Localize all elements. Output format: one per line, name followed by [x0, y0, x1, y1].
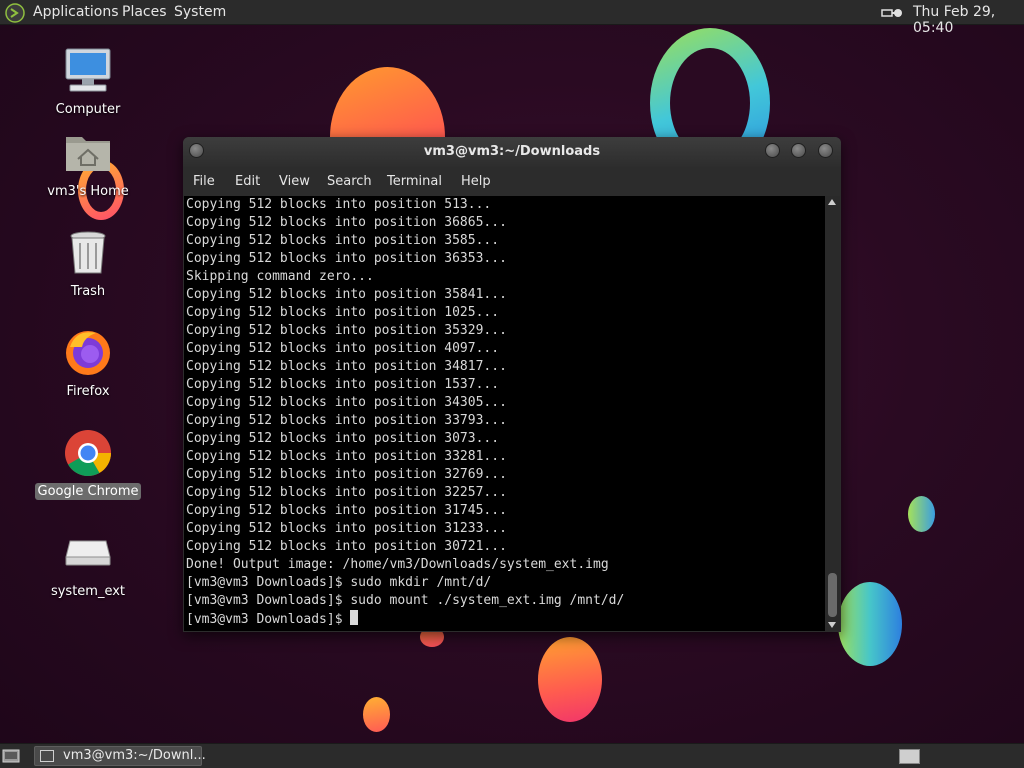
wallpaper-orange-blob	[538, 637, 602, 722]
close-button[interactable]	[818, 143, 833, 158]
terminal-icon	[40, 750, 54, 762]
terminal-line: Done! Output image: /home/vm3/Downloads/…	[186, 557, 609, 572]
menu-view[interactable]: View	[279, 174, 310, 189]
terminal-line: Copying 512 blocks into position 33281..…	[186, 449, 507, 464]
maximize-button[interactable]	[791, 143, 806, 158]
terminal-prompt: [vm3@vm3 Downloads]$	[186, 612, 351, 627]
terminal-output[interactable]: Copying 512 blocks into position 513... …	[184, 196, 825, 631]
terminal-line: Copying 512 blocks into position 32769..…	[186, 467, 507, 482]
trash-icon	[62, 227, 114, 279]
desktop-icon-system-ext[interactable]: system_ext	[33, 527, 143, 600]
clock[interactable]: Thu Feb 29, 05:40	[913, 4, 1024, 36]
terminal-line: Copying 512 blocks into position 31745..…	[186, 503, 507, 518]
terminal-line: Copying 512 blocks into position 30721..…	[186, 539, 507, 554]
wallpaper-blob	[908, 496, 935, 532]
terminal-line: [vm3@vm3 Downloads]$ sudo mkdir /mnt/d/	[186, 575, 492, 590]
applications-menu[interactable]: Applications	[33, 4, 119, 20]
system-menu[interactable]: System	[174, 4, 226, 20]
terminal-line: Copying 512 blocks into position 4097...	[186, 341, 500, 356]
desktop-icon-computer[interactable]: Computer	[33, 45, 143, 118]
menu-search[interactable]: Search	[327, 174, 372, 189]
terminal-line: Copying 512 blocks into position 3585...	[186, 233, 500, 248]
firefox-icon	[62, 327, 114, 379]
chrome-icon	[62, 427, 114, 479]
window-titlebar[interactable]: vm3@vm3:~/Downloads	[183, 137, 841, 167]
terminal-line: Copying 512 blocks into position 32257..…	[186, 485, 507, 500]
window-title: vm3@vm3:~/Downloads	[423, 144, 601, 159]
scroll-down-arrow-icon[interactable]	[828, 622, 836, 628]
bottom-panel: vm3@vm3:~/Downl...	[0, 743, 1024, 768]
wallpaper-orange-small	[363, 697, 390, 732]
drive-icon	[62, 527, 114, 579]
show-desktop-icon[interactable]	[2, 748, 20, 764]
scroll-up-arrow-icon[interactable]	[828, 199, 836, 205]
top-panel: Applications Places System Thu Feb 29, 0…	[0, 0, 1024, 36]
terminal-window[interactable]: vm3@vm3:~/Downloads File Edit View Searc…	[183, 137, 841, 632]
desktop-icon-label: Google Chrome	[34, 483, 142, 500]
desktop-icon-label: system_ext	[50, 584, 126, 599]
terminal-line: Copying 512 blocks into position 36865..…	[186, 215, 507, 230]
terminal-line: Copying 512 blocks into position 34305..…	[186, 395, 507, 410]
desktop-icon-label: vm3's Home	[47, 184, 129, 199]
desktop-icon-label: Computer	[55, 102, 121, 117]
places-menu[interactable]: Places	[122, 4, 167, 20]
workspace-switcher[interactable]	[899, 749, 920, 764]
wallpaper-blob-large	[838, 582, 902, 666]
terminal-line: Copying 512 blocks into position 3073...	[186, 431, 500, 446]
desktop-icon-label: Trash	[70, 284, 106, 299]
desktop-icon-firefox[interactable]: Firefox	[33, 327, 143, 400]
taskbar-terminal-button[interactable]: vm3@vm3:~/Downl...	[34, 746, 206, 766]
scroll-thumb[interactable]	[828, 573, 837, 617]
terminal-prompt-line[interactable]: [vm3@vm3 Downloads]$	[184, 610, 825, 628]
terminal-line: Copying 512 blocks into position 36353..…	[186, 251, 507, 266]
desktop-icon-chrome[interactable]: Google Chrome	[33, 427, 143, 500]
desktop-icon-trash[interactable]: Trash	[33, 227, 143, 300]
menu-edit[interactable]: Edit	[235, 174, 260, 189]
terminal-line: Copying 512 blocks into position 1537...	[186, 377, 500, 392]
home-folder-icon	[62, 127, 114, 179]
menu-terminal[interactable]: Terminal	[387, 174, 442, 189]
terminal-cursor	[350, 610, 359, 625]
network-icon[interactable]	[881, 6, 905, 20]
taskbar-label: vm3@vm3:~/Downl...	[63, 748, 206, 763]
terminal-line: Copying 512 blocks into position 513...	[186, 197, 492, 212]
terminal-line: Copying 512 blocks into position 35841..…	[186, 287, 507, 302]
terminal-scrollbar[interactable]	[825, 196, 840, 631]
menu-file[interactable]: File	[193, 174, 215, 189]
terminal-line: Skipping command zero...	[186, 269, 374, 284]
terminal-line: Copying 512 blocks into position 35329..…	[186, 323, 507, 338]
terminal-menubar: File Edit View Search Terminal Help	[183, 167, 841, 196]
desktop-icon-label: Firefox	[66, 384, 110, 399]
distro-logo-icon[interactable]	[5, 3, 25, 23]
terminal-line: [vm3@vm3 Downloads]$ sudo mount ./system…	[186, 593, 625, 608]
computer-icon	[62, 45, 114, 97]
terminal-line: Copying 512 blocks into position 33793..…	[186, 413, 507, 428]
terminal-line: Copying 512 blocks into position 31233..…	[186, 521, 507, 536]
menu-help[interactable]: Help	[461, 174, 491, 189]
desktop-icon-home[interactable]: vm3's Home	[33, 127, 143, 200]
minimize-button[interactable]	[765, 143, 780, 158]
terminal-line: Copying 512 blocks into position 1025...	[186, 305, 500, 320]
terminal-line: Copying 512 blocks into position 34817..…	[186, 359, 507, 374]
